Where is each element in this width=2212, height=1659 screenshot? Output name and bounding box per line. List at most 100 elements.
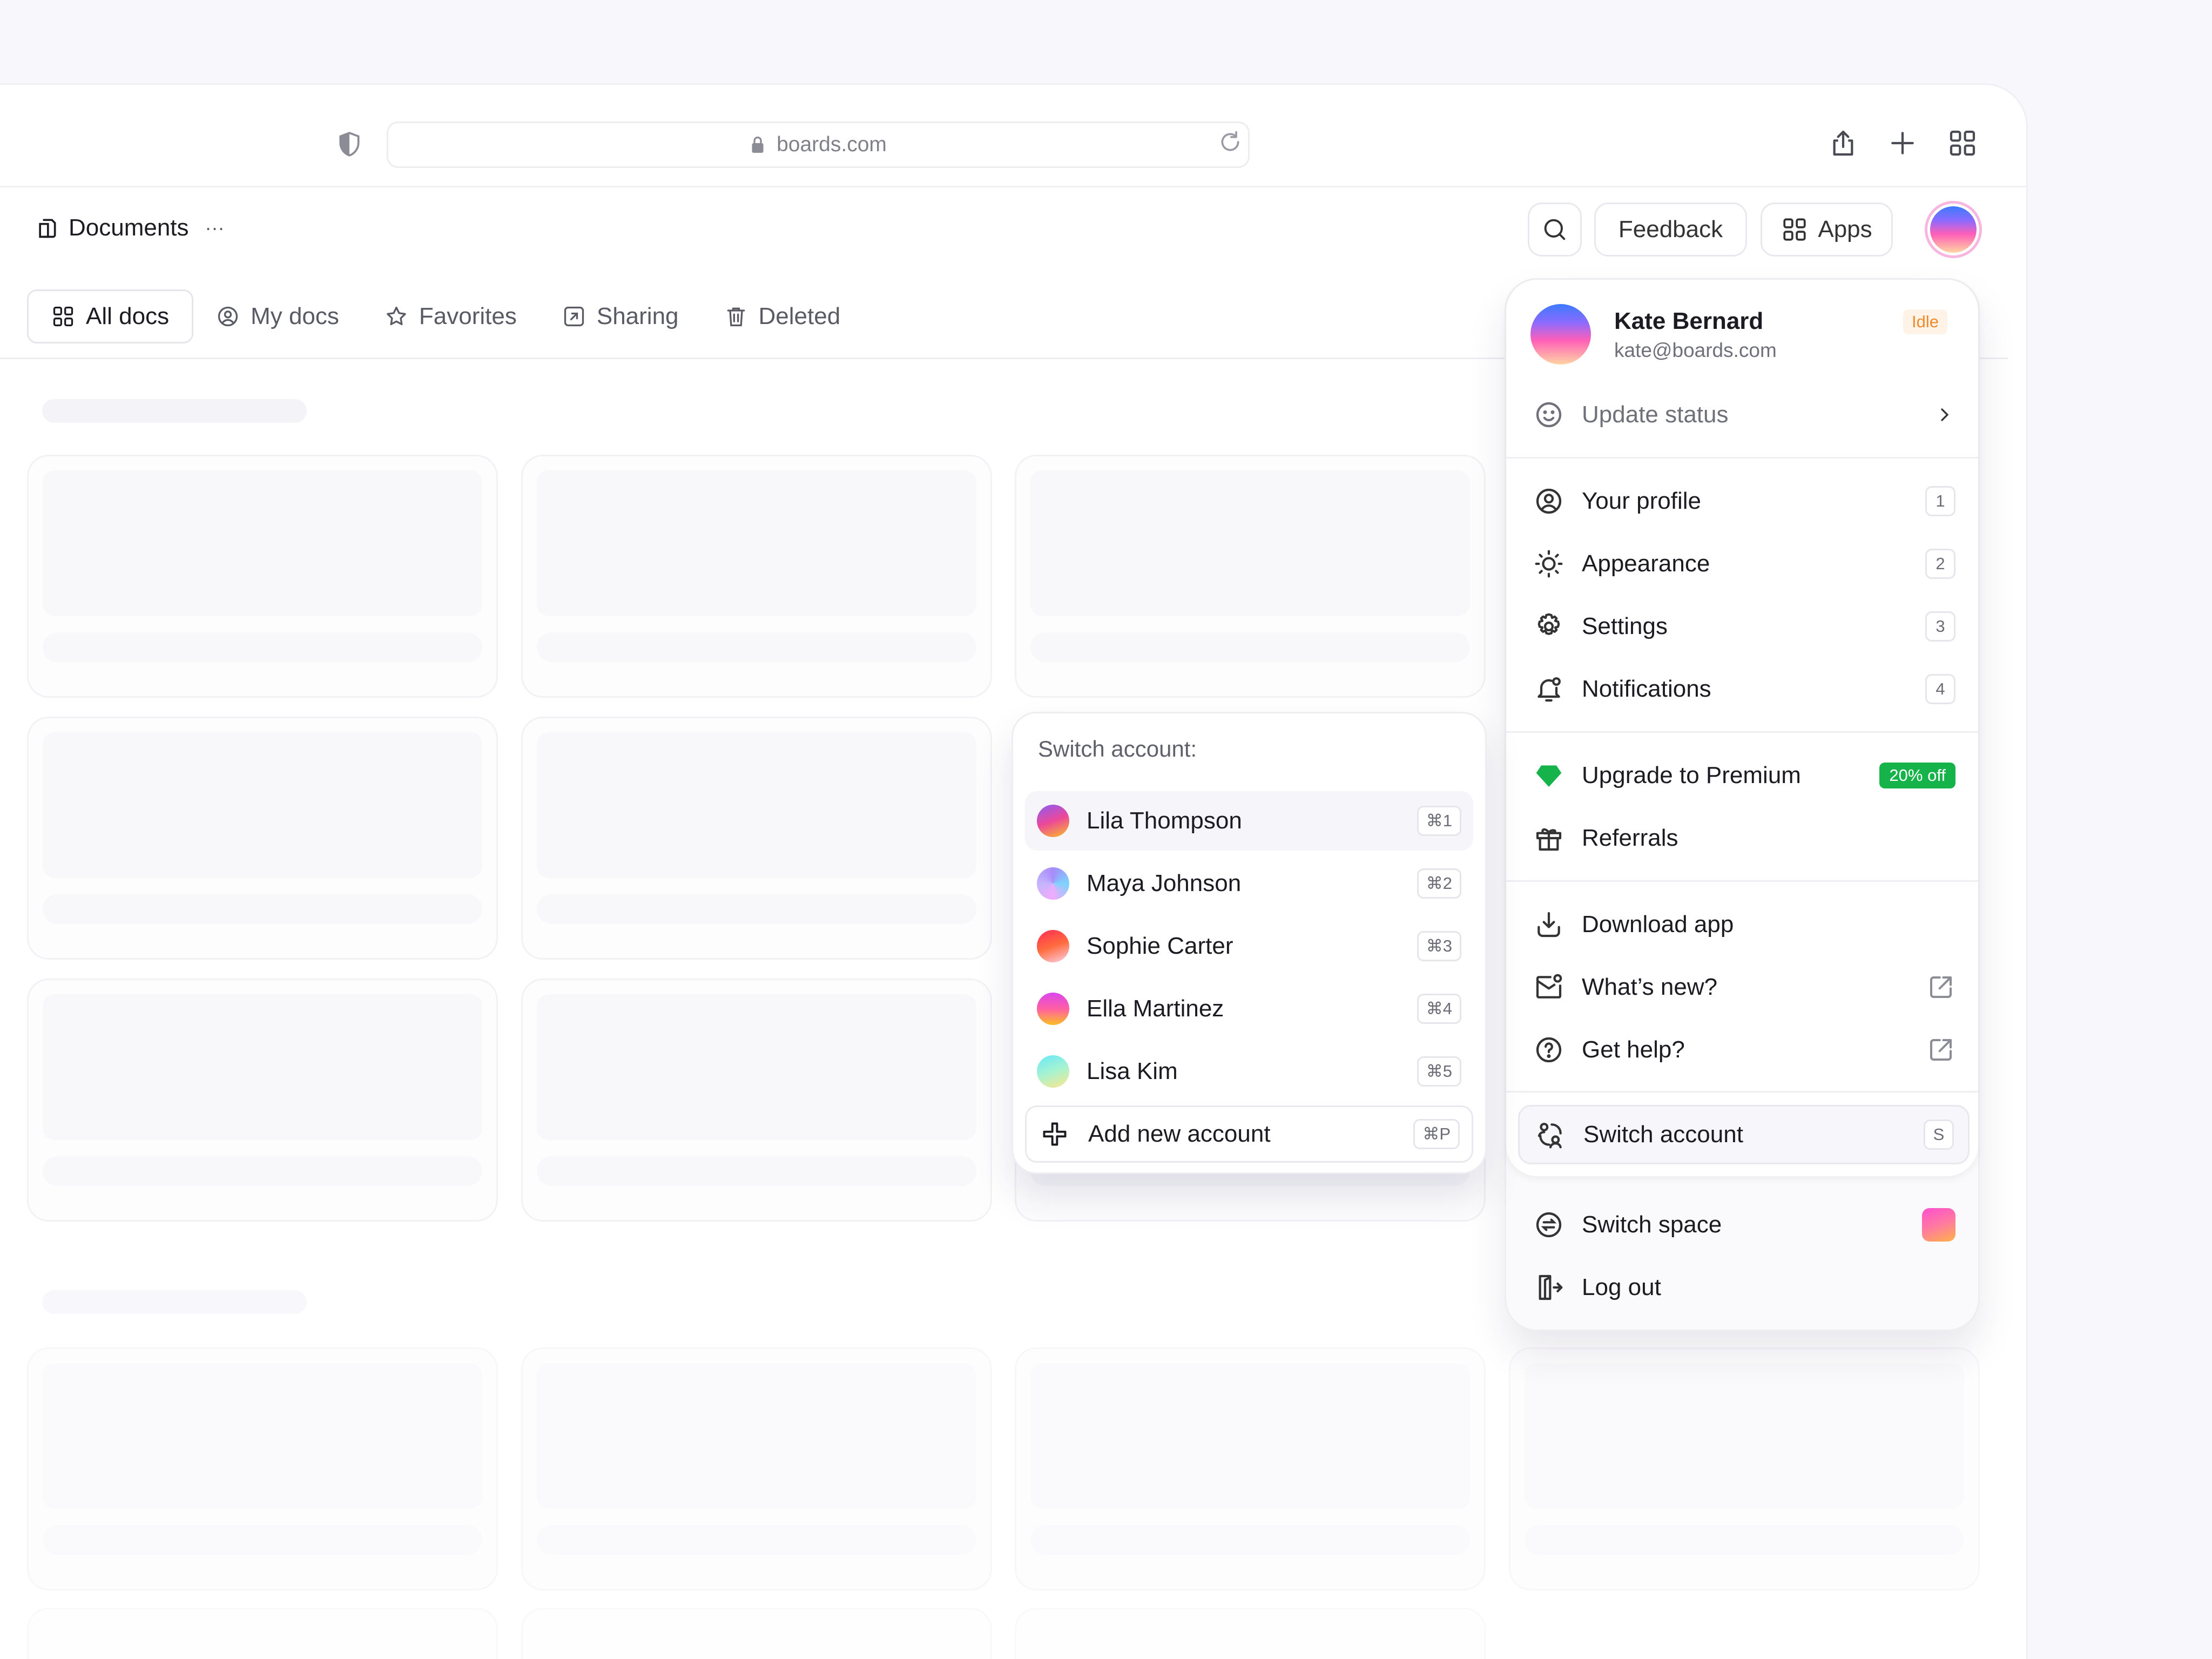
account-name: Lisa Kim — [1087, 1058, 1178, 1084]
shortcut-key: ⌘P — [1413, 1119, 1460, 1149]
tab-label: Favorites — [419, 303, 517, 329]
search-button[interactable] — [1528, 203, 1582, 257]
menu-item-label: Switch account — [1583, 1121, 1743, 1148]
reload-icon[interactable] — [1218, 130, 1242, 154]
menu-item-label: Your profile — [1582, 488, 1701, 514]
account-name: Ella Martinez — [1087, 995, 1224, 1022]
skeleton-card — [27, 717, 498, 960]
menu-item-download[interactable]: Download app — [1532, 898, 1955, 952]
tab-label: Deleted — [758, 303, 841, 329]
switch-account-menu: Switch account: Lila Thompson ⌘1 Maya Jo… — [1011, 712, 1487, 1174]
page-title[interactable]: Documents ··· — [35, 214, 225, 241]
skeleton-card — [27, 979, 498, 1222]
menu-item-referrals[interactable]: Referrals — [1532, 811, 1955, 865]
avatar — [1037, 867, 1069, 900]
download-icon — [1532, 908, 1566, 941]
shortcut-key: ⌘2 — [1417, 868, 1461, 899]
skeleton-card — [27, 1608, 498, 1659]
avatar — [1037, 805, 1069, 837]
switch-space-icon — [1532, 1208, 1566, 1242]
avatar — [1037, 1055, 1069, 1088]
discount-badge: 20% off — [1879, 763, 1955, 788]
menu-item-upgrade[interactable]: Upgrade to Premium 20% off — [1532, 748, 1955, 802]
shortcut-key: S — [1924, 1120, 1954, 1150]
menu-item-whats-new[interactable]: What’s new? — [1532, 960, 1955, 1014]
account-name: Lila Thompson — [1087, 807, 1242, 834]
tab-all-docs[interactable]: All docs — [27, 289, 194, 343]
skeleton-card — [1015, 1347, 1486, 1590]
trash-icon — [724, 305, 748, 328]
avatar — [1037, 930, 1069, 962]
update-status-item[interactable]: Update status — [1532, 388, 1955, 442]
add-account-label: Add new account — [1088, 1121, 1271, 1147]
tab-my-docs[interactable]: My docs — [193, 289, 362, 343]
account-item[interactable]: Sophie Carter ⌘3 — [1025, 916, 1473, 976]
lock-icon — [750, 135, 766, 154]
menu-item-label: Switch space — [1582, 1211, 1722, 1238]
tab-sharing[interactable]: Sharing — [539, 289, 702, 343]
plus-icon[interactable] — [1887, 128, 1918, 158]
menu-item-appearance[interactable]: Appearance 2 — [1532, 537, 1955, 591]
skeleton-card — [1015, 455, 1486, 698]
smile-icon — [1532, 398, 1566, 431]
share-icon[interactable] — [1828, 128, 1858, 158]
feedback-button[interactable]: Feedback — [1594, 203, 1747, 257]
chevron-right-icon — [1934, 404, 1955, 426]
avatar — [1037, 993, 1069, 1025]
account-item[interactable]: Maya Johnson ⌘2 — [1025, 854, 1473, 913]
account-item[interactable]: Lisa Kim ⌘5 — [1025, 1042, 1473, 1101]
menu-divider — [1506, 1091, 1978, 1092]
shield-icon[interactable] — [336, 131, 363, 158]
space-avatar — [1922, 1208, 1955, 1242]
skeleton-card — [521, 1347, 992, 1590]
browser-toolbar: boards.com — [0, 85, 2026, 187]
menu-item-your-profile[interactable]: Your profile 1 — [1532, 474, 1955, 528]
shortcut-key: ⌘3 — [1417, 931, 1461, 961]
user-circle-icon — [1532, 484, 1566, 518]
menu-item-label: Log out — [1582, 1274, 1661, 1300]
gift-icon — [1532, 821, 1566, 855]
menu-item-label: Referrals — [1582, 825, 1678, 851]
documents-icon — [35, 216, 59, 240]
skeleton-card — [521, 1608, 992, 1659]
tab-favorites[interactable]: Favorites — [362, 289, 539, 343]
menu-item-settings[interactable]: Settings 3 — [1532, 599, 1955, 653]
account-item[interactable]: Ella Martinez ⌘4 — [1025, 979, 1473, 1038]
share-square-icon — [562, 305, 586, 328]
menu-item-notifications[interactable]: Notifications 4 — [1532, 662, 1955, 716]
add-account-icon — [1038, 1118, 1071, 1150]
profile-menu: Kate Bernard kate@boards.com Idle Update… — [1505, 278, 1980, 1331]
tabs-grid-icon[interactable] — [1947, 128, 1978, 158]
menu-item-switch-space[interactable]: Switch space — [1532, 1198, 1955, 1252]
sun-icon — [1532, 547, 1566, 581]
grid-icon — [51, 305, 75, 328]
external-link-icon — [1926, 973, 1955, 1002]
account-item[interactable]: Lila Thompson ⌘1 — [1025, 791, 1473, 851]
avatar — [1930, 206, 1977, 253]
user-circle-icon — [216, 305, 240, 328]
more-options-button[interactable]: ··· — [205, 217, 225, 239]
account-name: Sophie Carter — [1087, 933, 1233, 959]
skeleton-card — [27, 1347, 498, 1590]
url-text: boards.com — [777, 133, 887, 156]
menu-divider — [1506, 880, 1978, 882]
tab-label: Sharing — [596, 303, 679, 329]
address-bar[interactable]: boards.com — [387, 122, 1250, 168]
gear-icon — [1532, 610, 1566, 643]
shortcut-key: ⌘5 — [1417, 1056, 1461, 1087]
switch-account-icon — [1534, 1118, 1567, 1151]
shortcut-key: ⌘4 — [1417, 994, 1461, 1024]
apps-button[interactable]: Apps — [1761, 203, 1893, 257]
menu-item-get-help[interactable]: Get help? — [1532, 1023, 1955, 1077]
add-account-button[interactable]: Add new account ⌘P — [1025, 1105, 1473, 1163]
submenu-title: Switch account: — [1038, 736, 1197, 761]
tab-deleted[interactable]: Deleted — [702, 289, 864, 343]
shortcut-key: 4 — [1925, 674, 1955, 704]
skeleton-card — [27, 455, 498, 698]
user-avatar-button[interactable] — [1925, 201, 1982, 258]
menu-item-label: Get help? — [1582, 1036, 1685, 1063]
profile-email: kate@boards.com — [1614, 339, 1777, 361]
apps-button-label: Apps — [1818, 216, 1872, 242]
menu-item-switch-account[interactable]: Switch account S — [1518, 1105, 1970, 1164]
menu-item-log-out[interactable]: Log out — [1532, 1260, 1955, 1314]
